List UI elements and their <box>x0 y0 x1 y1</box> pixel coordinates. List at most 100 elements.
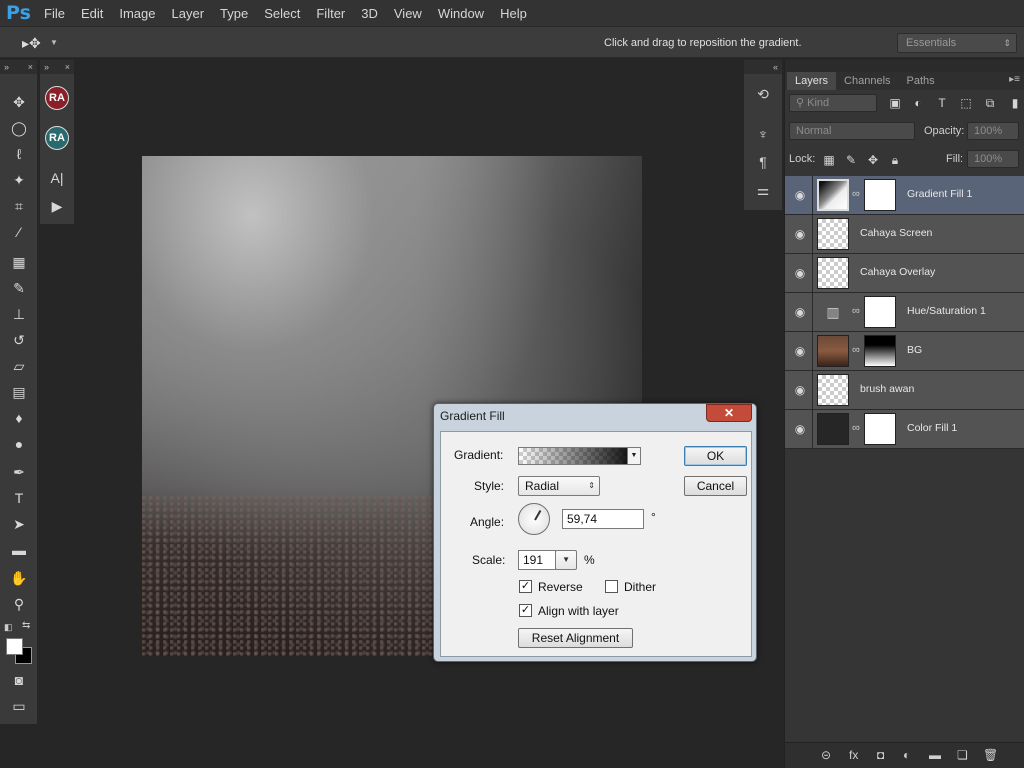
add-mask-icon[interactable]: ◘ <box>877 748 884 762</box>
lock-all-icon[interactable]: 🔒︎ <box>887 152 903 168</box>
brush-presets-icon[interactable]: ♆ <box>753 124 773 144</box>
menu-window[interactable]: Window <box>438 6 484 21</box>
new-layer-icon[interactable]: ❏ <box>957 748 968 762</box>
screen-mode-icon[interactable]: ▭ <box>9 696 29 716</box>
tab-layers[interactable]: Layers <box>787 72 837 90</box>
menu-type[interactable]: Type <box>220 6 248 21</box>
collapse-icon[interactable]: « <box>773 60 778 74</box>
align-checkbox[interactable]: ✓ <box>519 604 532 617</box>
scale-dropdown[interactable]: ▼ <box>555 550 577 570</box>
menu-image[interactable]: Image <box>119 6 155 21</box>
secondary-panel-header[interactable]: » × <box>40 60 74 74</box>
workspace-switcher[interactable]: Essentials ⇕ <box>897 33 1017 53</box>
filter-toggle-icon[interactable]: ▮ <box>1007 95 1023 111</box>
expand-icon[interactable]: » <box>44 60 49 74</box>
menu-layer[interactable]: Layer <box>172 6 205 21</box>
lock-pixels-icon[interactable]: ✎ <box>843 152 859 168</box>
angle-input[interactable]: 59,74 <box>562 509 644 529</box>
layer-row[interactable]: ◉ ∞ BG <box>785 332 1024 371</box>
foreground-color-swatch[interactable] <box>6 638 23 655</box>
tab-paths[interactable]: Paths <box>899 72 943 90</box>
gradient-tool-icon[interactable]: ▤ <box>9 382 29 402</box>
magic-wand-icon[interactable]: ✦ <box>9 170 29 190</box>
close-icon[interactable]: × <box>65 60 70 74</box>
eye-icon[interactable]: ◉ <box>793 383 807 397</box>
mini-dock-header[interactable]: « <box>744 60 782 74</box>
rectangle-tool-icon[interactable]: ▬ <box>9 540 29 560</box>
type-tool-icon[interactable]: T <box>9 488 29 508</box>
reverse-checkbox[interactable]: ✓ <box>519 580 532 593</box>
eraser-icon[interactable]: ▱ <box>9 356 29 376</box>
shape-filter-icon[interactable]: ⬚ <box>958 95 974 111</box>
delete-layer-icon[interactable]: 🗑︎ <box>983 748 998 762</box>
play-action-icon[interactable]: ▶ <box>47 196 67 216</box>
reset-alignment-button[interactable]: Reset Alignment <box>518 628 633 648</box>
lasso-tool-icon[interactable]: ℓ <box>9 144 29 164</box>
gradient-preview[interactable] <box>518 447 628 465</box>
action-badge-2[interactable]: RA <box>45 126 69 150</box>
cancel-button[interactable]: Cancel <box>684 476 747 496</box>
eye-icon[interactable]: ◉ <box>793 305 807 319</box>
chevron-down-icon[interactable]: ▼ <box>627 447 641 465</box>
eye-icon[interactable]: ◉ <box>793 422 807 436</box>
marquee-tool-icon[interactable]: ◯ <box>9 118 29 138</box>
panel-menu-icon[interactable]: ▸≡ <box>1009 74 1020 85</box>
fill-input[interactable]: 100% <box>967 150 1019 168</box>
tab-channels[interactable]: Channels <box>836 72 898 90</box>
dither-checkbox[interactable] <box>605 580 618 593</box>
eye-icon[interactable]: ◉ <box>793 227 807 241</box>
close-icon[interactable]: × <box>28 60 33 74</box>
adjustment-filter-icon[interactable]: ◐ <box>910 95 926 111</box>
layer-row[interactable]: ◉ ∞ Color Fill 1 <box>785 410 1024 449</box>
expand-icon[interactable]: » <box>4 60 9 74</box>
blur-tool-icon[interactable]: ♦ <box>9 408 29 428</box>
adjustments-panel-icon[interactable]: ⚌ <box>753 180 773 200</box>
move-tool-icon[interactable]: ✥ <box>9 92 29 112</box>
menu-3d[interactable]: 3D <box>361 6 378 21</box>
pixel-filter-icon[interactable]: ▣ <box>887 95 903 111</box>
menu-select[interactable]: Select <box>264 6 300 21</box>
action-badge-1[interactable]: RA <box>45 86 69 110</box>
layer-row[interactable]: ◉ ▥ ∞ Hue/Saturation 1 <box>785 293 1024 332</box>
swap-colors-icon[interactable]: ⇆ <box>22 620 30 631</box>
tools-panel-header[interactable]: » × <box>0 60 37 74</box>
style-select[interactable]: Radial ⇕ <box>518 476 600 496</box>
fx-icon[interactable]: fx <box>849 748 858 762</box>
paragraph-panel-icon[interactable]: ¶ <box>753 152 773 172</box>
new-adjustment-icon[interactable]: ◐ <box>903 748 910 762</box>
character-panel-icon[interactable]: A| <box>47 168 67 188</box>
opacity-input[interactable]: 100% <box>967 122 1019 140</box>
angle-dial[interactable] <box>518 503 550 535</box>
dialog-close-button[interactable]: ✕ <box>706 404 752 422</box>
ok-button[interactable]: OK <box>684 446 747 466</box>
eye-icon[interactable]: ◉ <box>793 266 807 280</box>
brush-tool-icon[interactable]: ✎ <box>9 278 29 298</box>
move-tool-preset-icon[interactable]: ▸✥ <box>22 35 41 52</box>
new-group-icon[interactable]: ▬ <box>929 748 941 762</box>
eye-icon[interactable]: ◉ <box>793 188 807 202</box>
zoom-tool-icon[interactable]: ⚲ <box>9 594 29 614</box>
layer-row[interactable]: ◉ ∞ Gradient Fill 1 <box>785 176 1024 215</box>
kind-filter-select[interactable]: ⚲ Kind <box>789 94 877 112</box>
layer-row[interactable]: ◉ Cahaya Screen <box>785 215 1024 254</box>
chevron-down-icon[interactable]: ▼ <box>50 38 58 47</box>
menu-help[interactable]: Help <box>500 6 527 21</box>
scale-input[interactable]: 191 <box>518 550 556 570</box>
layer-row[interactable]: ◉ brush awan <box>785 371 1024 410</box>
history-panel-icon[interactable]: ⟲ <box>753 84 773 104</box>
healing-brush-icon[interactable]: ▦ <box>9 252 29 272</box>
layer-row[interactable]: ◉ Cahaya Overlay <box>785 254 1024 293</box>
layers-panel-grip[interactable] <box>785 60 1024 72</box>
clone-stamp-icon[interactable]: ⊥ <box>9 304 29 324</box>
history-brush-icon[interactable]: ↺ <box>9 330 29 350</box>
crop-tool-icon[interactable]: ⌗ <box>9 196 29 216</box>
menu-filter[interactable]: Filter <box>316 6 345 21</box>
smart-object-filter-icon[interactable]: ⧉ <box>982 95 998 111</box>
path-selection-icon[interactable]: ➤ <box>9 514 29 534</box>
type-filter-icon[interactable]: T <box>934 95 950 111</box>
eyedropper-icon[interactable]: ⁄ <box>9 222 29 242</box>
default-colors-icon[interactable]: ◧ <box>4 622 13 633</box>
lock-transparent-icon[interactable]: ▦ <box>821 152 837 168</box>
menu-edit[interactable]: Edit <box>81 6 103 21</box>
quick-mask-icon[interactable]: ◙ <box>9 670 29 690</box>
